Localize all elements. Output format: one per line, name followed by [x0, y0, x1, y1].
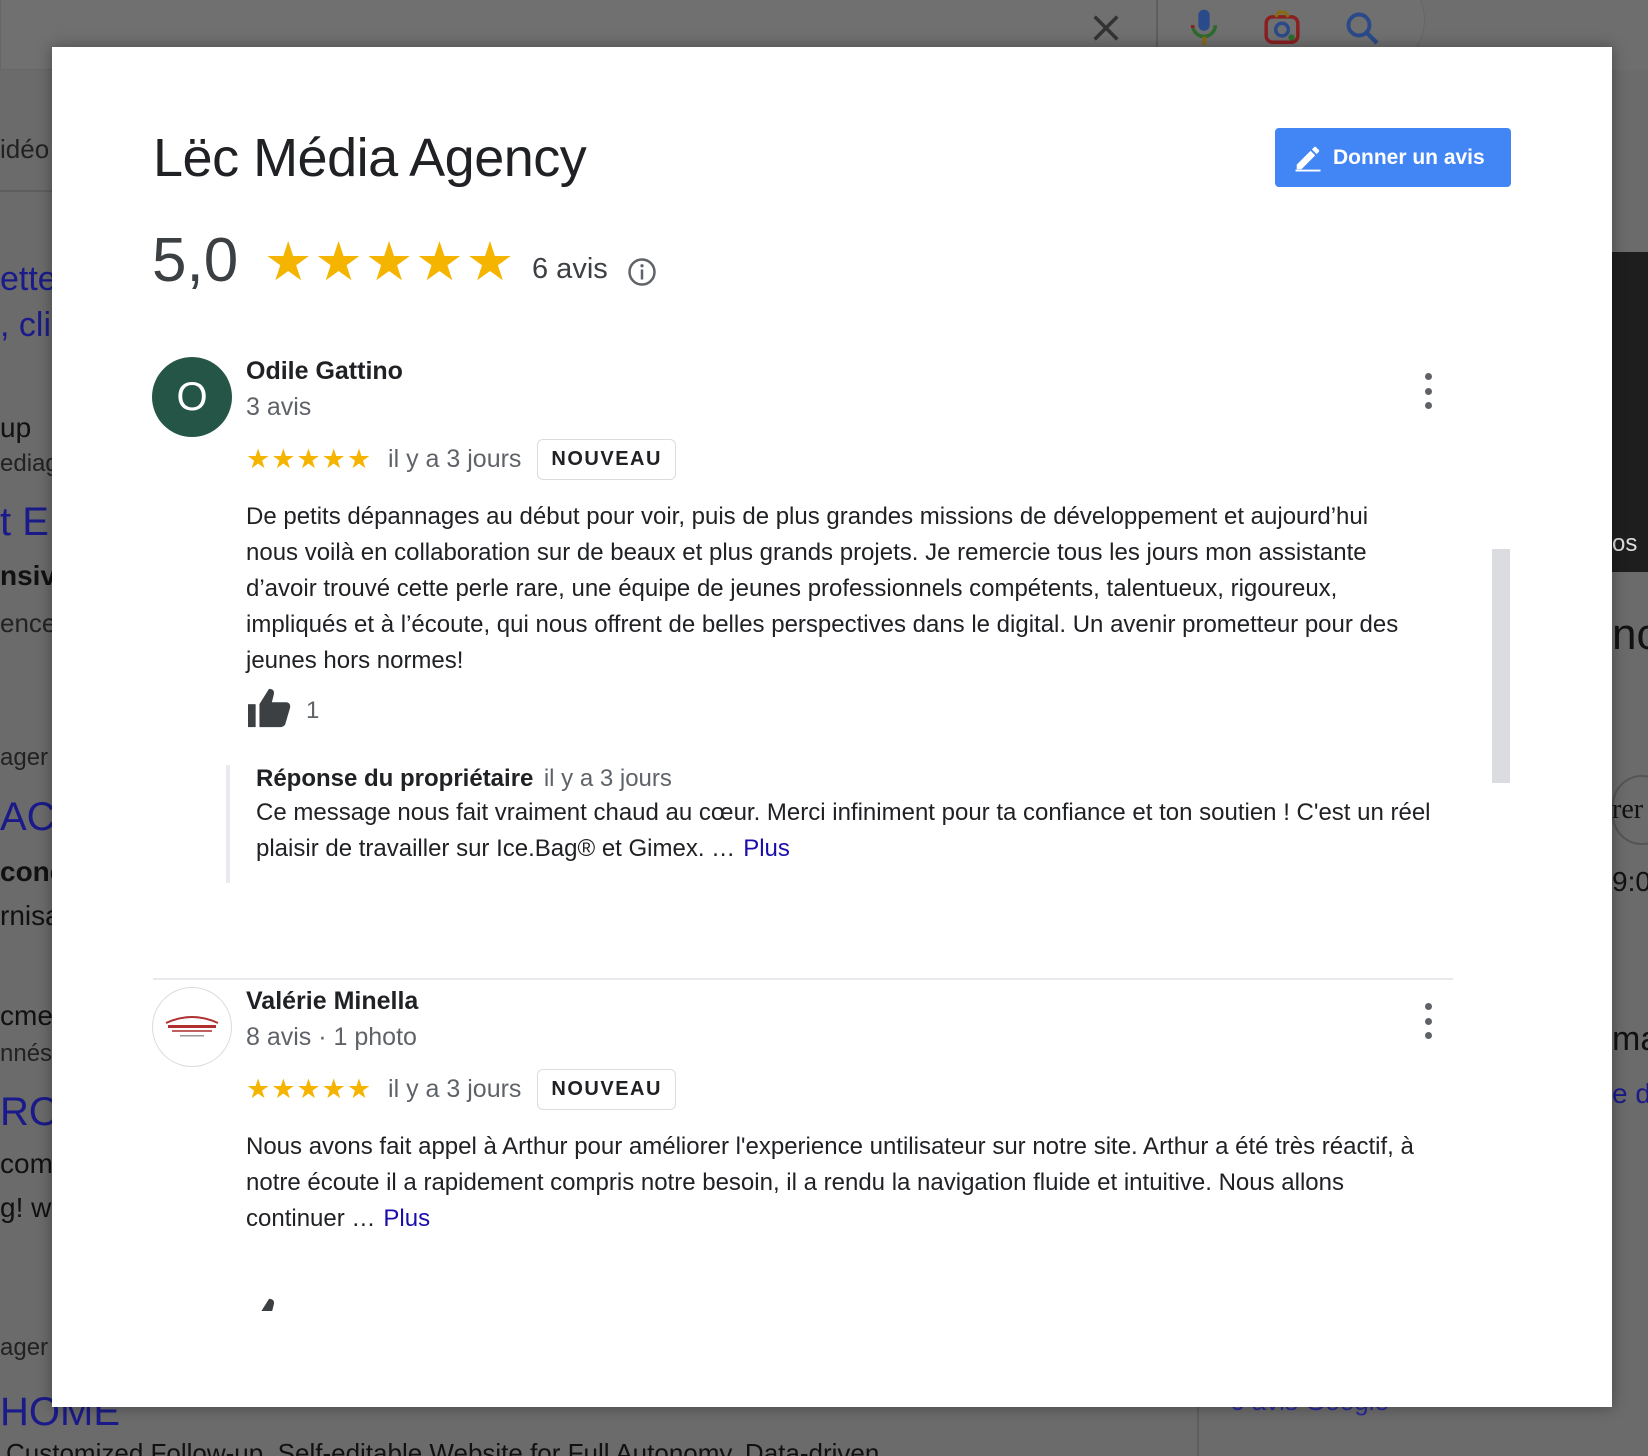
bg-fragment: ette — [0, 260, 57, 298]
reviewer-name[interactable]: Odile Gattino — [246, 357, 403, 386]
star-icon: ★ — [264, 232, 313, 292]
bg-fragment: t E — [0, 500, 49, 544]
bg-rule — [0, 190, 52, 192]
bg-fragment: ediag — [0, 450, 59, 477]
bg-divider — [1156, 0, 1158, 50]
like-button[interactable]: 1 — [246, 687, 319, 734]
avatar[interactable] — [152, 987, 232, 1067]
star-icon: ★ — [364, 232, 414, 292]
company-logo — [165, 1016, 219, 1037]
star-icon: ★ — [415, 232, 464, 292]
review-date: il y a 3 jours — [388, 445, 522, 473]
avatar[interactable]: O — [152, 357, 232, 437]
bg-fragment: com — [0, 1148, 53, 1179]
new-badge: NOUVEAU — [537, 439, 676, 480]
bg-fragment: idéo — [0, 134, 50, 164]
bg-fragment: 9:0 — [1612, 866, 1648, 897]
more-link[interactable]: Plus — [743, 835, 790, 862]
owner-reply-text: Ce message nous fait vraiment chaud au c… — [256, 799, 1431, 862]
bg-fragment: os — [1612, 530, 1638, 557]
info-icon[interactable] — [627, 257, 657, 287]
mic-icon[interactable] — [1180, 4, 1228, 52]
owner-reply-date: il y a 3 jours — [543, 765, 672, 792]
review-meta: ★★★★★ il y a 3 jours NOUVEAU — [246, 1069, 676, 1110]
avatar-letter: O — [176, 374, 208, 419]
like-button[interactable] — [246, 1297, 292, 1311]
reviewer-stats: 3 avis — [246, 393, 312, 421]
bg-fragment: nnés — [0, 1040, 53, 1067]
thumb-up-icon — [246, 1297, 292, 1311]
star-icon: ★ — [465, 232, 515, 292]
pencil-icon — [1293, 143, 1323, 173]
review-separator — [153, 978, 1453, 980]
like-count: 1 — [306, 696, 320, 724]
review-item: Valérie Minella 8 avis · 1 photo ★★★★★ i… — [152, 987, 1512, 1387]
more-vert-icon[interactable] — [1422, 373, 1434, 409]
reviews-dialog: Lëc Média Agency Donner un avis 5,0 ★ ★ … — [52, 47, 1612, 1407]
reviewer-stats: 8 avis · 1 photo — [246, 1023, 417, 1051]
review-meta: ★★★★★ il y a 3 jours NOUVEAU — [246, 439, 676, 480]
bg-fragment: g! w — [0, 1192, 52, 1223]
star-icon: ★ — [314, 232, 363, 292]
bg-fragment: nsiv — [0, 560, 57, 591]
bg-fragment: up — [0, 412, 32, 443]
reviewer-name[interactable]: Valérie Minella — [246, 987, 418, 1016]
new-badge: NOUVEAU — [537, 1069, 676, 1110]
write-review-label: Donner un avis — [1333, 145, 1485, 169]
bg-fragment: ma — [1612, 1020, 1648, 1058]
owner-reply: Réponse du propriétaire il y a 3 jours C… — [226, 765, 1446, 883]
bg-thumbnail — [1612, 252, 1648, 572]
review-text: De petits dépannages au début pour voir,… — [246, 503, 1399, 674]
review-text: Nous avons fait appel à Arthur pour amél… — [246, 1129, 1416, 1237]
more-vert-icon[interactable] — [1422, 1003, 1434, 1039]
review-stars: ★★★★★ — [246, 1074, 373, 1104]
close-icon[interactable] — [1082, 4, 1130, 52]
rating-stars: ★ ★ ★ ★ ★ — [264, 235, 514, 289]
owner-reply-title: Réponse du propriétaire — [256, 765, 534, 792]
bg-fragment: nc — [1612, 610, 1648, 659]
dialog-title: Lëc Média Agency — [153, 128, 587, 188]
review-count: 6 avis — [532, 253, 608, 285]
rating-score: 5,0 — [152, 226, 239, 295]
thumb-up-icon — [246, 687, 292, 734]
bg-fragment: RO — [0, 1090, 60, 1134]
bg-divider — [1197, 1400, 1199, 1456]
bg-fragment: ager — [0, 1334, 49, 1361]
bg-bottom-text: Customized Follow-up, Self-editable Webs… — [6, 1438, 880, 1456]
lens-icon[interactable] — [1258, 4, 1306, 52]
bg-fragment: rer — [1612, 794, 1644, 825]
bg-fragment: ager — [0, 744, 49, 771]
search-icon[interactable] — [1338, 4, 1386, 52]
write-review-button[interactable]: Donner un avis — [1275, 128, 1511, 187]
more-link[interactable]: Plus — [383, 1205, 430, 1232]
bg-fragment: e du — [1612, 1078, 1648, 1109]
review-date: il y a 3 jours — [388, 1075, 522, 1103]
review-stars: ★★★★★ — [246, 444, 373, 474]
